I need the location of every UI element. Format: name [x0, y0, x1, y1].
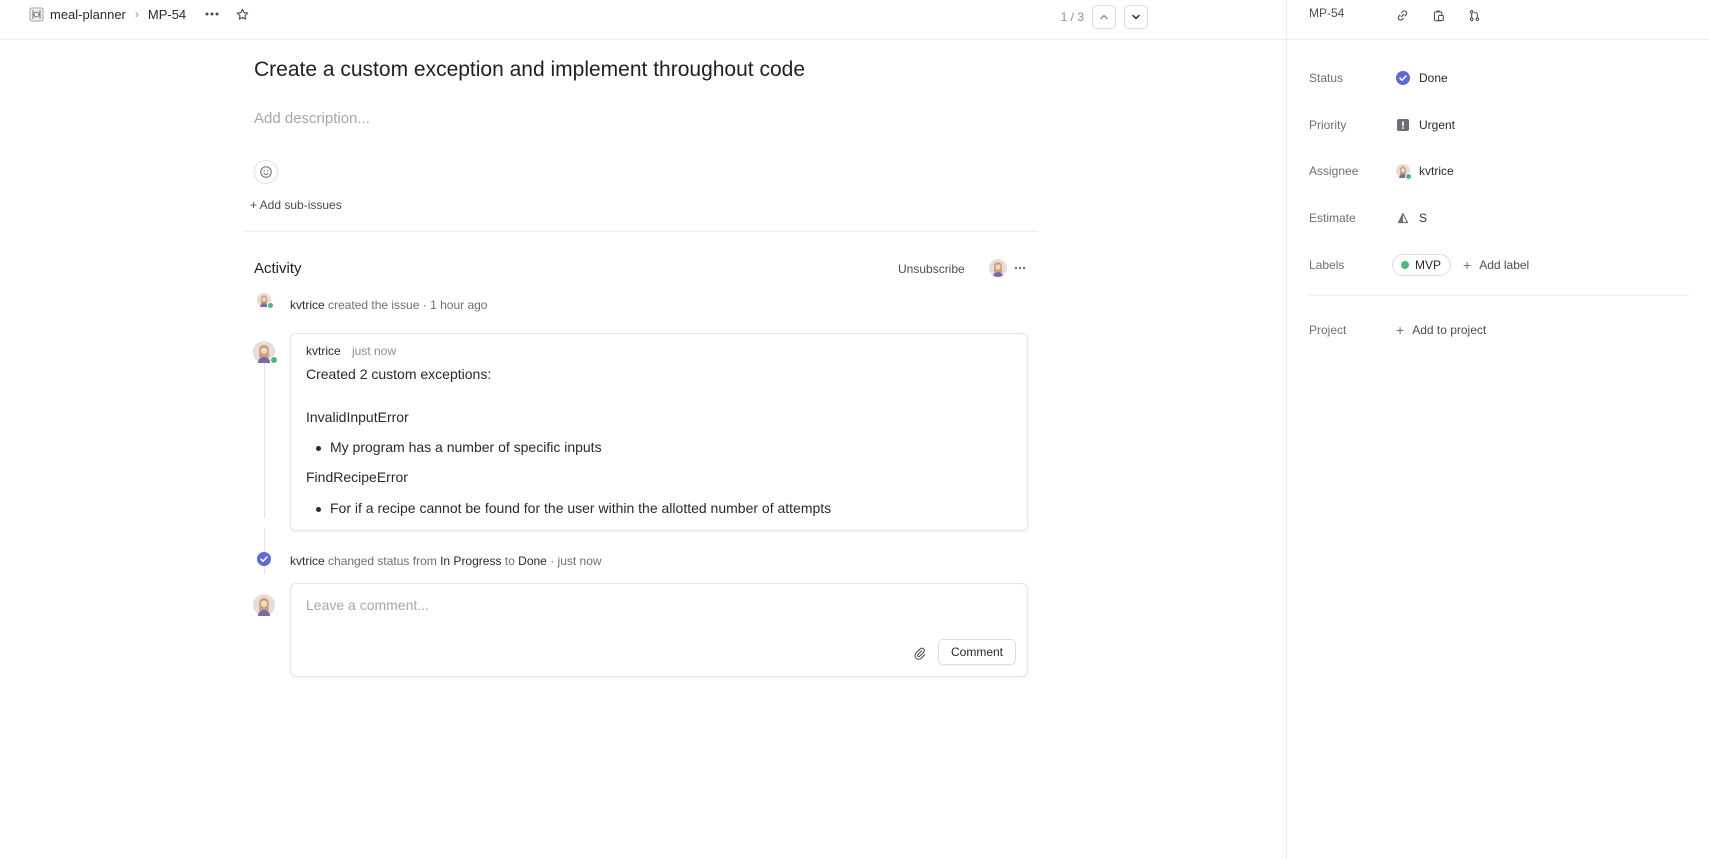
breadcrumb-issue-id[interactable]: MP-54 [148, 7, 186, 22]
breadcrumb-separator: › [134, 7, 139, 21]
status-to: Done [518, 554, 547, 568]
exception-name: FindRecipeError [306, 469, 408, 485]
issue-pager: 1 / 3 [1061, 5, 1148, 29]
issue-properties-panel: MP-54 Status Done Priority Urgent Assign… [1286, 0, 1709, 859]
estimate-value: S [1419, 211, 1428, 225]
current-user-avatar [253, 594, 275, 616]
list-bullet [316, 507, 321, 512]
assignee-dropdown[interactable]: kvtrice [1395, 159, 1454, 183]
add-label-button[interactable]: + Add label [1463, 254, 1529, 276]
section-divider [244, 231, 1038, 232]
chevron-down-icon [1132, 14, 1140, 20]
event-time[interactable]: 1 hour ago [430, 298, 487, 312]
add-sub-issues-button[interactable]: + Add sub-issues [250, 198, 342, 212]
copy-link-icon[interactable] [1391, 4, 1413, 26]
priority-dropdown[interactable]: Urgent [1395, 113, 1455, 137]
event-action: changed status from [328, 554, 437, 568]
event-user[interactable]: kvtrice [290, 554, 325, 568]
status-change-event: kvtrice changed status from In Progress … [290, 554, 602, 568]
comment-time[interactable]: just now [352, 344, 396, 358]
online-indicator [270, 356, 278, 364]
status-dropdown[interactable]: Done [1395, 66, 1448, 90]
priority-label: Priority [1309, 118, 1347, 132]
status-from: In Progress [440, 554, 502, 568]
comment-input[interactable] [306, 597, 806, 613]
event-action: created the issue [328, 298, 420, 312]
issue-title[interactable]: Create a custom exception and implement … [254, 58, 805, 82]
more-options-icon[interactable] [202, 4, 222, 24]
copy-id-icon[interactable] [1427, 4, 1449, 26]
exception-name: InvalidInputError [306, 409, 409, 425]
timeline-line [264, 356, 265, 518]
label-chip-mvp[interactable]: MVP [1392, 254, 1452, 276]
status-value: Done [1419, 71, 1448, 85]
priority-value: Urgent [1419, 118, 1456, 132]
chevron-up-icon [1100, 14, 1108, 20]
exception-detail: For if a recipe cannot be found for the … [330, 500, 832, 516]
estimate-label: Estimate [1309, 211, 1356, 225]
done-status-icon [1395, 70, 1411, 86]
label-chip-text: MVP [1415, 258, 1442, 272]
activity-heading: Activity [254, 260, 302, 277]
estimate-dropdown[interactable]: S [1395, 206, 1427, 230]
issue-main: meal-planner › MP-54 1 / 3 Create a cust… [0, 0, 1286, 859]
breadcrumb-project[interactable]: meal-planner [50, 7, 126, 22]
comment-avatar [253, 341, 278, 364]
comment-card: kvtrice just now Created 2 custom except… [290, 333, 1028, 531]
exception-detail: My program has a number of specific inpu… [330, 439, 602, 455]
timeline-line [264, 528, 265, 574]
event-avatar [257, 293, 274, 309]
list-bullet [316, 446, 321, 451]
status-label: Status [1309, 71, 1344, 85]
estimate-triangle-icon [1395, 210, 1411, 226]
comment-submit-button[interactable]: Comment [938, 639, 1016, 665]
side-divider [1309, 295, 1689, 296]
emoji-icon [260, 166, 272, 178]
add-to-project-text: Add to project [1412, 323, 1487, 337]
attachment-icon[interactable] [909, 643, 929, 663]
created-event: kvtrice created the issue · 1 hour ago [290, 298, 487, 312]
status-to-word: to [504, 554, 515, 568]
label-color-dot [1401, 261, 1409, 269]
event-user[interactable]: kvtrice [290, 298, 325, 312]
event-time[interactable]: just now [558, 554, 602, 568]
next-issue-button[interactable] [1124, 5, 1148, 29]
done-status-icon [257, 552, 271, 566]
side-issue-id[interactable]: MP-54 [1309, 6, 1344, 20]
top-bar: meal-planner › MP-54 1 / 3 [0, 0, 1286, 40]
assignee-label: Assignee [1309, 164, 1359, 178]
add-label-text: Add label [1479, 258, 1530, 272]
comment-intro: Created 2 custom exceptions: [306, 366, 492, 382]
activity-more-icon[interactable] [1012, 260, 1028, 276]
event-dot: · [422, 298, 427, 312]
previous-issue-button[interactable] [1092, 5, 1116, 29]
comment-composer: Comment [290, 583, 1028, 677]
copy-branch-icon[interactable] [1463, 4, 1485, 26]
urgent-priority-icon [1395, 117, 1411, 133]
favorite-star-icon[interactable] [232, 4, 252, 24]
breadcrumb: meal-planner › MP-54 [28, 5, 252, 23]
description-field[interactable]: Add description... [254, 110, 370, 127]
pager-position: 1 / 3 [1060, 10, 1084, 24]
project-label: Project [1309, 323, 1347, 337]
project-icon [28, 6, 44, 22]
assignee-value: kvtrice [1419, 164, 1454, 178]
add-reaction-button[interactable] [254, 160, 278, 184]
unsubscribe-button[interactable]: Unsubscribe [898, 262, 965, 276]
subscriber-avatar[interactable] [989, 259, 1007, 277]
online-indicator [267, 302, 274, 309]
labels-label: Labels [1309, 258, 1345, 272]
event-dot: · [550, 554, 555, 568]
side-panel-header: MP-54 [1287, 0, 1709, 40]
plus-icon: + [1463, 257, 1472, 273]
online-indicator [1405, 173, 1412, 180]
plus-icon: + [1396, 322, 1405, 338]
comment-author[interactable]: kvtrice [306, 344, 341, 358]
assignee-avatar [1395, 163, 1412, 180]
add-to-project-button[interactable]: + Add to project [1396, 319, 1486, 341]
